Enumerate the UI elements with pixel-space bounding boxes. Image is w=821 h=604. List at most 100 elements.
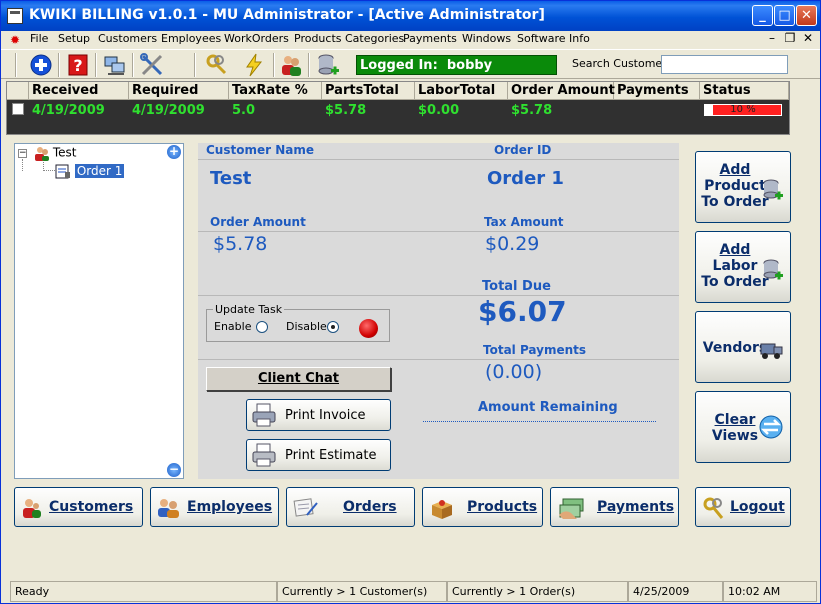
row-selector-icon[interactable]	[12, 103, 24, 115]
menu-products-categories[interactable]: Products Categories	[294, 32, 404, 45]
add-product-button[interactable]: Add Product To Order	[695, 151, 791, 223]
employees-nav-label: Employees	[187, 499, 273, 515]
update-task-group: Update Task Enable Disable	[206, 303, 390, 342]
add-labor-label-line1: Add	[719, 242, 751, 258]
tax-amount-value: $0.29	[485, 233, 540, 255]
toolbar-separator	[194, 53, 196, 77]
col-payments[interactable]: Payments	[614, 82, 700, 100]
maximize-button[interactable]: □	[774, 5, 795, 26]
customers-nav-label: Customers	[49, 499, 134, 515]
search-customer-input[interactable]	[661, 55, 788, 74]
menu-bar: ✹ File Setup Customers Employees WorkOrd…	[1, 31, 820, 49]
cell-order-amount: $5.78	[511, 103, 553, 118]
enable-radio[interactable]	[256, 321, 268, 333]
toolbar-separator	[15, 53, 17, 77]
add-product-text: Add Product To Order	[701, 162, 769, 210]
client-chat-button[interactable]: Client Chat	[206, 367, 391, 391]
close-button[interactable]: ✕	[796, 5, 817, 26]
employees-nav-button[interactable]: Employees	[150, 487, 279, 527]
status-progress-bar: 10 %	[704, 104, 782, 116]
cell-required: 4/19/2009	[132, 103, 205, 118]
products-nav-label: Products	[467, 499, 538, 515]
col-partstotal[interactable]: PartsTotal	[322, 82, 415, 100]
tools-icon[interactable]	[139, 52, 165, 78]
minimize-button[interactable]: _	[752, 5, 773, 26]
status-progress-label: 10 %	[730, 104, 756, 115]
printer-icon	[252, 443, 276, 467]
logout-nav-label: Logout	[730, 499, 785, 515]
col-order-amount[interactable]: Order Amount	[508, 82, 615, 100]
tree-remove-button[interactable]: −	[167, 463, 181, 477]
keys-icon[interactable]	[204, 52, 230, 78]
col-taxrate[interactable]: TaxRate %	[229, 82, 322, 100]
order-amount-value: $5.78	[213, 233, 268, 255]
payments-icon	[559, 498, 584, 519]
menu-file[interactable]: File	[30, 32, 48, 45]
vendors-icon	[760, 343, 783, 359]
menu-employees[interactable]: Employees	[161, 32, 221, 45]
users-icon[interactable]	[278, 52, 304, 78]
orders-nav-label: Orders	[343, 499, 397, 515]
print-invoice-button[interactable]: Print Invoice	[246, 399, 391, 431]
tree-line	[22, 159, 23, 171]
printer-icon	[252, 403, 276, 427]
menu-customers[interactable]: Customers	[98, 32, 157, 45]
col-required[interactable]: Required	[129, 82, 229, 100]
menu-setup[interactable]: Setup	[58, 32, 90, 45]
order-id-value: Order 1	[487, 168, 564, 189]
menu-windows[interactable]: Windows	[462, 32, 511, 45]
toolbar-separator	[308, 53, 310, 77]
col-labortotal[interactable]: LaborTotal	[415, 82, 508, 100]
lightning-icon[interactable]	[241, 52, 267, 78]
order-icon	[55, 164, 70, 179]
logout-nav-button[interactable]: Logout	[695, 487, 791, 527]
tree-node-order[interactable]: Order 1	[55, 163, 125, 179]
tree-collapse-toggle[interactable]: −	[18, 149, 27, 158]
divider	[198, 359, 679, 360]
order-id-label: Order ID	[494, 143, 552, 157]
add-labor-button[interactable]: Add Labor To Order	[695, 231, 791, 303]
add-labor-text: Add Labor To Order	[701, 242, 769, 290]
add-icon[interactable]	[28, 52, 54, 78]
add-product-label-line2: Product	[704, 178, 766, 194]
task-status-indicator	[359, 319, 378, 338]
add-product-label-line1: Add	[719, 162, 751, 178]
logged-in-indicator: Logged In: bobby	[356, 55, 557, 75]
tree-add-button[interactable]: +	[167, 145, 181, 159]
status-ready: Ready	[10, 581, 277, 602]
orders-nav-button[interactable]: Orders	[286, 487, 415, 527]
grid-corner	[7, 82, 29, 100]
title-bar[interactable]: KWIKI BILLING v1.0.1 - MU Administrator …	[1, 1, 820, 31]
mdi-restore-button[interactable]: ❐	[783, 31, 797, 45]
print-estimate-button[interactable]: Print Estimate	[246, 439, 391, 471]
col-status[interactable]: Status	[700, 82, 789, 100]
col-received[interactable]: Received	[29, 82, 129, 100]
status-time: 10:02 AM	[723, 581, 817, 602]
add-product-label-line3: To Order	[701, 194, 769, 210]
status-orders-count: Currently > 1 Order(s)	[447, 581, 628, 602]
database-add-icon[interactable]	[315, 52, 341, 78]
toolbar-separator	[95, 53, 97, 77]
app-menu-icon[interactable]: ✹	[10, 33, 20, 47]
payments-nav-button[interactable]: Payments	[550, 487, 679, 527]
tree-node-customer[interactable]: Test	[33, 145, 76, 161]
customer-icon	[35, 147, 49, 161]
order-amount-label: Order Amount	[210, 215, 306, 229]
clear-views-button[interactable]: Clear Views	[695, 391, 791, 463]
help-icon[interactable]: ?	[65, 52, 91, 78]
keys-icon	[703, 497, 724, 519]
mdi-close-button[interactable]: ✕	[801, 31, 815, 45]
menu-payments[interactable]: Payments	[403, 32, 457, 45]
disable-radio[interactable]	[327, 321, 339, 333]
cell-taxrate: 5.0	[232, 103, 256, 118]
vendors-button[interactable]: Vendors	[695, 311, 791, 383]
tree-node-order-label: Order 1	[74, 163, 125, 178]
products-nav-button[interactable]: Products	[422, 487, 543, 527]
mdi-minimize-button[interactable]: –	[765, 31, 779, 45]
search-customer-label: Search Customer :	[572, 57, 674, 70]
network-computers-icon[interactable]	[102, 52, 128, 78]
customers-nav-button[interactable]: Customers	[14, 487, 143, 527]
menu-workorders[interactable]: WorkOrders	[224, 32, 289, 45]
menu-software-info[interactable]: Software Info	[517, 32, 590, 45]
app-window: KWIKI BILLING v1.0.1 - MU Administrator …	[0, 0, 821, 604]
